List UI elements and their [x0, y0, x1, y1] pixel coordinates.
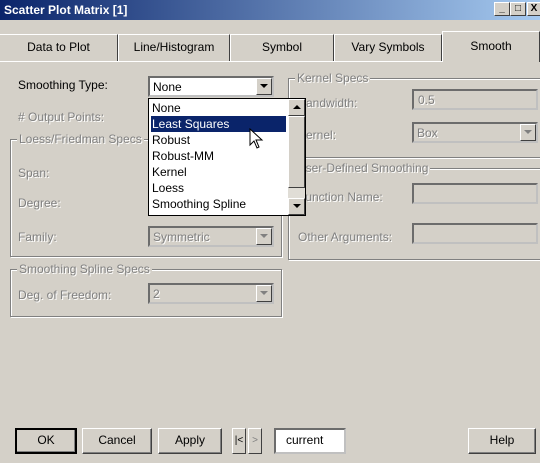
scroll-up-button[interactable] [288, 99, 305, 116]
loess-group-title: Loess/Friedman Specs [17, 132, 144, 146]
minimize-button[interactable]: _ [494, 2, 510, 16]
dof-value: 2 [153, 287, 160, 301]
title-bar[interactable]: Scatter Plot Matrix [1] _ □ X [0, 0, 540, 20]
function-name-label: Function Name: [298, 190, 383, 204]
scroll-thumb[interactable] [288, 116, 305, 188]
tab-symbol[interactable]: Symbol [230, 34, 334, 62]
dialog-window: Scatter Plot Matrix [1] _ □ X Data to Pl… [0, 0, 540, 463]
dropdown-scrollbar[interactable] [288, 99, 305, 215]
dropdown-option[interactable]: Kernel [151, 164, 286, 180]
output-points-label: # Output Points: [18, 110, 105, 124]
window-title: Scatter Plot Matrix [1] [4, 3, 128, 17]
family-label: Family: [18, 230, 57, 244]
dropdown-option[interactable]: Robust-MM [151, 148, 286, 164]
arrow-up-icon [293, 105, 301, 109]
smoothing-type-dropdown[interactable]: None Least Squares Robust Robust-MM Kern… [148, 98, 306, 216]
bandwidth-field[interactable]: 0.5 [412, 89, 538, 110]
bandwidth-value: 0.5 [418, 93, 435, 107]
ok-button[interactable]: OK [15, 428, 77, 454]
kernel-select[interactable]: Box [412, 122, 538, 143]
bandwidth-label: Bandwidth: [298, 96, 358, 110]
arrow-down-icon [293, 204, 301, 208]
dof-label: Deg. of Freedom: [18, 288, 112, 302]
smoothing-type-label: Smoothing Type: [18, 78, 108, 92]
smoothing-type-value: None [153, 80, 182, 94]
maximize-button[interactable]: □ [510, 2, 526, 16]
user-group-title: User-Defined Smoothing [295, 161, 431, 175]
next-page-button[interactable]: > [248, 428, 262, 454]
tab-smooth[interactable]: Smooth [442, 31, 540, 62]
tab-strip: Data to Plot Line/Histogram Symbol Vary … [0, 31, 540, 62]
kernel-group-title: Kernel Specs [295, 71, 371, 85]
degree-label: Degree: [18, 196, 61, 210]
dropdown-option[interactable]: None [151, 100, 286, 116]
chevron-down-icon[interactable] [256, 228, 272, 245]
close-button[interactable]: X [527, 2, 540, 16]
kernel-value: Box [417, 126, 438, 140]
smoothing-type-select[interactable]: None [148, 76, 274, 97]
tab-line-histogram[interactable]: Line/Histogram [118, 34, 230, 62]
user-group-box: User-Defined Smoothing [288, 161, 540, 260]
tab-data-to-plot[interactable]: Data to Plot [0, 34, 118, 62]
family-value: Symmetric [153, 230, 210, 244]
dropdown-option[interactable]: Smoothing Spline [151, 196, 286, 212]
chevron-down-icon[interactable] [256, 285, 272, 302]
apply-button[interactable]: Apply [158, 428, 222, 454]
dropdown-option[interactable]: Loess [151, 180, 286, 196]
function-name-field[interactable] [412, 183, 538, 204]
other-args-field[interactable] [412, 223, 538, 244]
family-select[interactable]: Symmetric [148, 226, 274, 247]
current-indicator: current [274, 428, 346, 454]
other-args-label: Other Arguments: [298, 230, 393, 244]
tab-vary-symbols[interactable]: Vary Symbols [334, 34, 442, 62]
help-button[interactable]: Help [468, 428, 536, 454]
cancel-button[interactable]: Cancel [82, 428, 152, 454]
chevron-down-icon[interactable] [520, 124, 536, 141]
spline-group-title: Smoothing Spline Specs [17, 262, 152, 276]
dropdown-option[interactable]: Robust [151, 132, 286, 148]
mouse-pointer-icon [249, 128, 264, 149]
chevron-down-icon[interactable] [256, 78, 272, 95]
span-label: Span: [18, 166, 50, 180]
scroll-down-button[interactable] [288, 198, 305, 215]
first-page-button[interactable]: |< [232, 428, 246, 454]
dof-select[interactable]: 2 [148, 283, 274, 304]
dropdown-option-selected[interactable]: Least Squares [151, 116, 286, 132]
